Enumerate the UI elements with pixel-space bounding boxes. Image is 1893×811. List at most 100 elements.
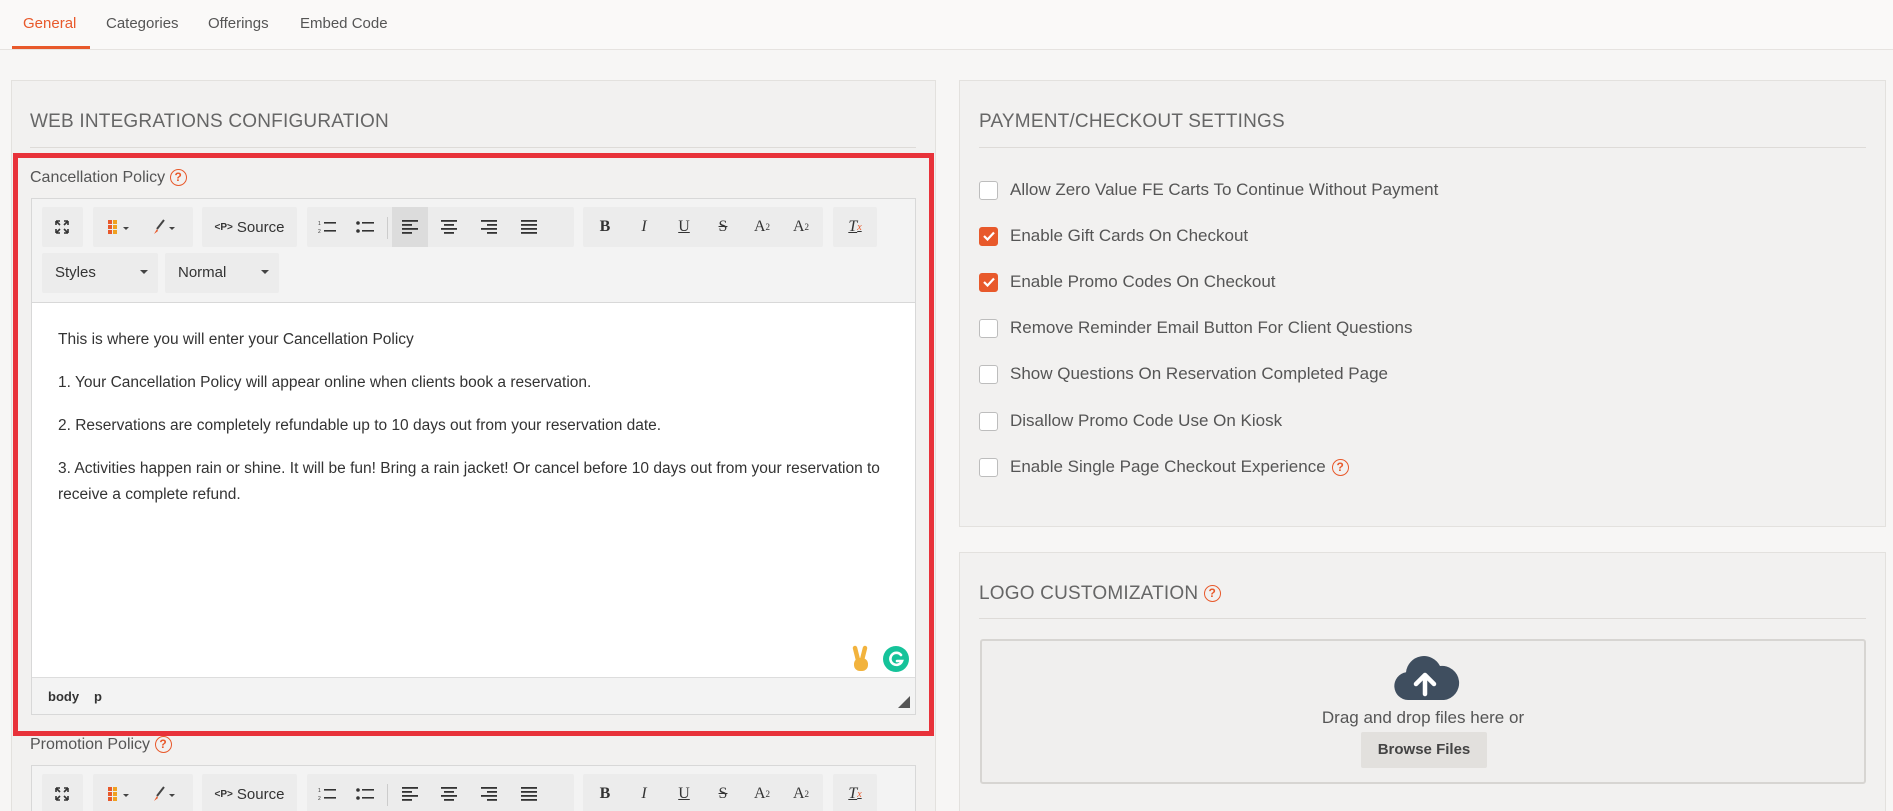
- tab-general[interactable]: General: [23, 15, 76, 32]
- checkmark-icon: [982, 277, 995, 287]
- chevron-down-icon: [261, 270, 269, 274]
- dropzone-text: Drag and drop files here or: [1321, 708, 1525, 727]
- subscript-icon[interactable]: A2: [744, 207, 780, 247]
- bold-icon[interactable]: B: [587, 207, 623, 247]
- checkbox[interactable]: [979, 318, 998, 338]
- path-crumb-body[interactable]: body: [48, 689, 79, 704]
- toolbar-group-cleanup: Tx: [833, 774, 877, 811]
- checkbox[interactable]: [979, 180, 998, 200]
- table-color-icon[interactable]: [99, 774, 139, 811]
- editor-toolbar: <P> Source 12 B I U S A 2 A 2 T x Styles…: [32, 199, 915, 303]
- promotion-policy-label-text: Promotion Policy: [30, 736, 151, 753]
- superscript-icon[interactable]: A2: [783, 774, 819, 811]
- tab-categories[interactable]: Categories: [106, 15, 179, 32]
- option-zero-value-carts[interactable]: Allow Zero Value FE Carts To Continue Wi…: [979, 178, 1438, 202]
- italic-icon[interactable]: I: [626, 207, 662, 247]
- align-justify-icon[interactable]: [511, 774, 547, 811]
- brush-icon[interactable]: [145, 774, 185, 811]
- tab-offerings[interactable]: Offerings: [208, 15, 269, 32]
- path-crumb-p[interactable]: p: [94, 689, 102, 704]
- align-right-icon[interactable]: [471, 774, 507, 811]
- bold-icon[interactable]: B: [587, 774, 623, 811]
- editor-toolbar: <P> Source 12 B I U S A 2 A 2 T x: [32, 766, 915, 811]
- italic-icon[interactable]: I: [626, 774, 662, 811]
- option-label: Show Questions On Reservation Completed …: [1010, 364, 1388, 383]
- toolbar-group-maximize: [42, 774, 83, 811]
- option-show-questions[interactable]: Show Questions On Reservation Completed …: [979, 362, 1388, 386]
- logo-title-text: LOGO CUSTOMIZATION: [979, 583, 1199, 604]
- superscript-icon[interactable]: A2: [783, 207, 819, 247]
- format-dropdown[interactable]: Normal: [165, 253, 279, 293]
- source-code-icon: <P>: [214, 221, 233, 233]
- brush-icon[interactable]: [145, 207, 185, 247]
- toolbar-group-source: <P> Source: [202, 207, 297, 247]
- align-left-icon[interactable]: [392, 774, 428, 811]
- remove-format-icon[interactable]: Tx: [837, 207, 873, 247]
- toolbar-group-colors: [93, 207, 193, 247]
- maximize-icon[interactable]: [44, 774, 80, 811]
- strikethrough-icon[interactable]: S: [705, 774, 741, 811]
- toolbar-group-paragraph: 12: [307, 774, 574, 811]
- toolbar-group-basic-styles: B I U S A2 A2: [583, 774, 823, 811]
- underline-icon[interactable]: U: [666, 774, 702, 811]
- remove-format-icon[interactable]: Tx: [837, 774, 873, 811]
- align-center-icon[interactable]: [431, 207, 467, 247]
- source-button[interactable]: <P> Source: [202, 774, 297, 811]
- policy-paragraph: This is where you will enter your Cancel…: [58, 331, 414, 348]
- option-remove-reminder[interactable]: Remove Reminder Email Button For Client …: [979, 316, 1413, 340]
- svg-text:2: 2: [318, 796, 321, 801]
- bullet-list-icon[interactable]: [347, 774, 383, 811]
- logo-title: LOGO CUSTOMIZATION ?: [979, 583, 1221, 605]
- toolbar-group-colors: [93, 774, 193, 811]
- web-integrations-title: WEB INTEGRATIONS CONFIGURATION: [30, 111, 389, 132]
- table-color-icon[interactable]: [99, 207, 139, 247]
- bullet-list-icon[interactable]: [347, 207, 383, 247]
- toolbar-group-paragraph: 12: [307, 207, 574, 247]
- checkbox[interactable]: [979, 364, 998, 384]
- checkbox[interactable]: [979, 457, 998, 477]
- align-justify-icon[interactable]: [511, 207, 547, 247]
- tab-embed-code[interactable]: Embed Code: [300, 15, 388, 32]
- align-right-icon[interactable]: [471, 207, 507, 247]
- option-label: Enable Promo Codes On Checkout: [1010, 272, 1276, 291]
- svg-text:2: 2: [318, 229, 321, 234]
- maximize-icon[interactable]: [44, 207, 80, 247]
- underline-icon[interactable]: U: [666, 207, 702, 247]
- policy-paragraph: 3. Activities happen rain or shine. It w…: [58, 460, 880, 503]
- help-icon[interactable]: ?: [154, 736, 172, 754]
- checkbox-checked[interactable]: [979, 226, 998, 246]
- source-button[interactable]: <P> Source: [202, 207, 297, 247]
- checkbox-checked[interactable]: [979, 272, 998, 292]
- option-gift-cards[interactable]: Enable Gift Cards On Checkout: [979, 224, 1248, 248]
- grammarly-icon[interactable]: [882, 645, 910, 678]
- file-dropzone[interactable]: Drag and drop files here or Browse Files: [980, 639, 1866, 784]
- editor-content[interactable]: This is where you will enter your Cancel…: [32, 303, 915, 677]
- help-icon[interactable]: ?: [169, 169, 187, 187]
- align-left-icon[interactable]: [392, 207, 428, 247]
- numbered-list-icon[interactable]: 12: [309, 207, 345, 247]
- subscript-icon[interactable]: A2: [744, 774, 780, 811]
- panel-divider: [979, 618, 1866, 619]
- peace-hand-icon[interactable]: [849, 645, 873, 678]
- toolbar-separator: [387, 217, 388, 239]
- option-disallow-promo-kiosk[interactable]: Disallow Promo Code Use On Kiosk: [979, 409, 1282, 433]
- numbered-list-icon[interactable]: 12: [309, 774, 345, 811]
- cloud-upload-icon: [1390, 654, 1460, 707]
- active-tab-indicator: [12, 46, 90, 49]
- option-promo-codes[interactable]: Enable Promo Codes On Checkout: [979, 270, 1276, 294]
- align-center-icon[interactable]: [431, 774, 467, 811]
- strikethrough-icon[interactable]: S: [705, 207, 741, 247]
- panel-divider: [30, 147, 916, 148]
- styles-dropdown[interactable]: Styles: [42, 253, 158, 293]
- help-icon[interactable]: ?: [1331, 458, 1349, 476]
- source-label: Source: [236, 218, 285, 236]
- panel-divider: [979, 147, 1866, 148]
- checkbox[interactable]: [979, 411, 998, 431]
- resize-handle-icon[interactable]: [898, 696, 910, 708]
- help-icon[interactable]: ?: [1203, 585, 1221, 603]
- toolbar-separator: [387, 784, 388, 806]
- browse-files-button[interactable]: Browse Files: [1361, 732, 1487, 768]
- toolbar-group-maximize: [42, 207, 83, 247]
- option-single-page-checkout[interactable]: Enable Single Page Checkout Experience ?: [979, 455, 1349, 479]
- cancellation-policy-editor: <P> Source 12 B I U S A 2 A 2 T x Styles…: [31, 198, 916, 715]
